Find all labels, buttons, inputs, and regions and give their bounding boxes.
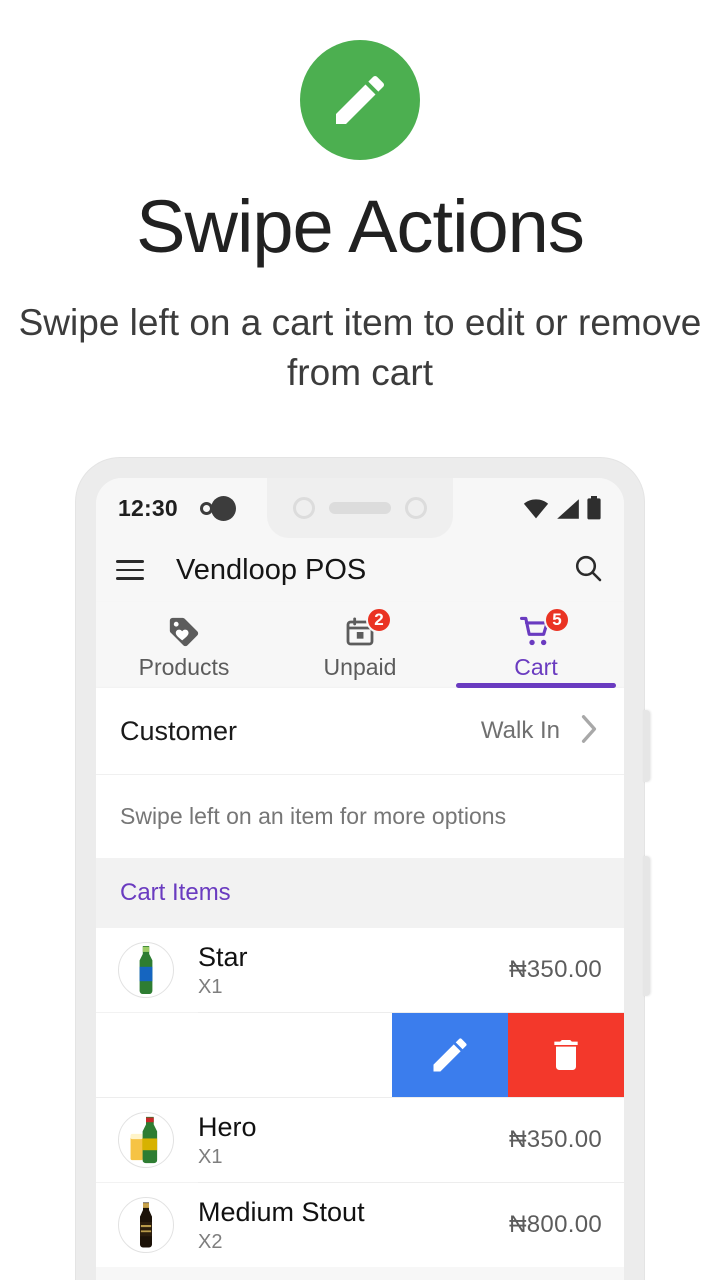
page-subtitle: Swipe left on a cart item to edit or rem… <box>18 301 702 393</box>
sensor-icon <box>405 497 427 519</box>
cart-item-qty: X2 <box>198 1230 223 1253</box>
tab-products[interactable]: Products <box>96 602 272 688</box>
phone-notch <box>267 478 453 538</box>
swipe-edit-button[interactable] <box>392 1013 508 1097</box>
phone-side-button-volume[interactable] <box>643 710 650 782</box>
marketing-hero: Swipe Actions Swipe left on a cart item … <box>0 0 720 398</box>
cart-content: Customer Walk In Swipe left on an item f… <box>96 688 624 1267</box>
cart-item-row[interactable]: Star X1 ₦350.00 <box>96 928 624 1012</box>
pencil-edit-icon <box>433 1038 467 1072</box>
cart-item-price: ₦800.00 <box>509 1211 602 1238</box>
swipe-hint-text: Swipe left on an item for more options <box>120 803 507 829</box>
status-bar-notification-icons <box>199 495 236 521</box>
cart-item-qty: X1 <box>198 975 223 998</box>
cart-items-title: Cart Items <box>120 879 231 906</box>
tab-cart-icon-wrap: 5 <box>518 606 570 650</box>
cart-item-name: Star <box>198 941 248 972</box>
front-camera-icon <box>293 497 315 519</box>
phone-side-button-power[interactable] <box>643 856 650 996</box>
circle-filled-icon <box>210 495 236 521</box>
cart-item-price: ₦350.00 <box>509 956 602 983</box>
status-bar: 12:30 <box>96 478 624 538</box>
cart-item-name: Medium Stout <box>198 1196 365 1227</box>
swipe-action-buttons <box>392 1013 624 1097</box>
tab-unpaid-label: Unpaid <box>323 653 397 680</box>
app-title: Vendloop POS <box>176 553 367 586</box>
tab-cart-label: Cart <box>514 653 558 680</box>
page-title: Swipe Actions <box>136 185 585 268</box>
cart-item-name: Hero <box>198 1111 257 1142</box>
cellular-signal-icon <box>557 499 579 519</box>
cart-item-texts: Star X1 <box>198 942 248 999</box>
status-bar-system-icons <box>522 496 602 520</box>
hamburger-menu-icon[interactable] <box>116 560 144 580</box>
customer-value: Walk In <box>480 717 560 744</box>
cart-item-row[interactable]: Medium Stout X2 ₦800.00 <box>96 1183 624 1267</box>
page-root: Swipe Actions Swipe left on a cart item … <box>0 0 720 1280</box>
wifi-icon <box>523 499 549 519</box>
unpaid-badge: 2 <box>366 606 392 633</box>
phone-screen: 12:30 Vendloop POS Products 2 Unpaid 5 C… <box>96 478 624 1280</box>
trash-can-icon <box>554 1040 578 1070</box>
swipe-delete-button[interactable] <box>508 1013 624 1097</box>
green-beer-bottle-image <box>118 942 174 998</box>
tab-bar: Products 2 Unpaid 5 Cart <box>96 602 624 688</box>
search-icon[interactable] <box>572 552 604 589</box>
cart-items-section-header: Cart Items <box>96 858 624 928</box>
cart-item-texts: Hero X1 <box>198 1112 257 1169</box>
pencil-edit-icon <box>300 40 420 160</box>
phone-mockup: 12:30 Vendloop POS Products 2 Unpaid 5 C… <box>76 458 650 1280</box>
app-bar: Vendloop POS <box>96 538 624 602</box>
cart-item-row[interactable]: Hero X1 ₦350.00 <box>96 1098 624 1182</box>
customer-label: Customer <box>120 715 238 746</box>
customer-row[interactable]: Customer Walk In <box>96 688 624 774</box>
swipe-hint-row: Swipe left on an item for more options <box>96 774 624 858</box>
cart-item-price: ₦350.00 <box>509 1126 602 1153</box>
battery-full-icon <box>587 496 601 520</box>
cart-item-texts: Medium Stout X2 <box>198 1197 365 1254</box>
cart-badge: 5 <box>544 606 570 633</box>
tab-unpaid-icon-wrap: 2 <box>344 606 392 650</box>
tab-unpaid[interactable]: 2 Unpaid <box>272 602 448 688</box>
price-tag-icon <box>169 617 199 646</box>
tab-cart[interactable]: 5 Cart <box>448 602 624 688</box>
tab-products-icon-wrap <box>167 614 201 650</box>
dark-stout-bottle-image <box>118 1197 174 1253</box>
tab-active-indicator <box>456 683 616 688</box>
cart-item-row-swiped[interactable]: ₦400.00 <box>96 1013 624 1097</box>
green-beer-bottle-with-glass-image <box>118 1112 174 1168</box>
chevron-right-icon <box>578 714 600 749</box>
status-bar-clock: 12:30 <box>118 494 178 521</box>
cart-item-qty: X1 <box>198 1145 223 1168</box>
tab-products-label: Products <box>138 653 230 680</box>
earpiece-speaker <box>329 502 391 514</box>
